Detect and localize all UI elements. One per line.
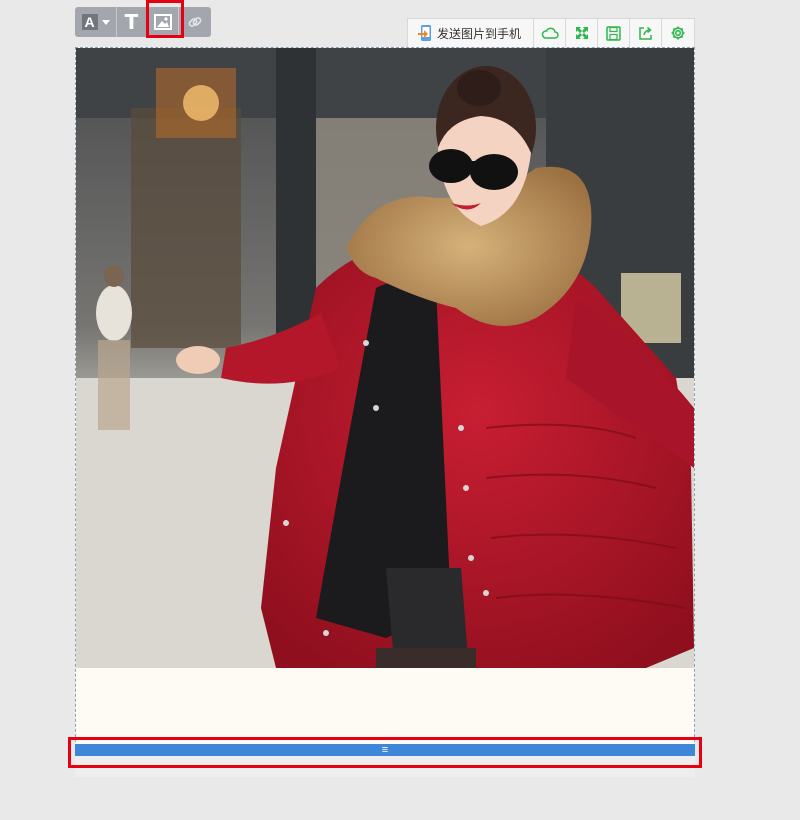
- link-icon: [188, 17, 202, 27]
- resize-handle-highlight: [68, 737, 702, 768]
- settings-button[interactable]: [662, 19, 694, 47]
- cloud-button[interactable]: [534, 19, 566, 47]
- font-icon: A: [81, 14, 98, 30]
- share-button[interactable]: [630, 19, 662, 47]
- send-to-phone-button[interactable]: 发送图片到手机: [408, 19, 534, 47]
- photo-woman-red-coat: [76, 48, 694, 668]
- product-photo[interactable]: [76, 48, 694, 668]
- phone-send-icon: [418, 25, 431, 41]
- edit-toolbar: A T: [75, 7, 211, 37]
- send-to-phone-label: 发送图片到手机: [437, 26, 522, 41]
- image-button-highlight: [146, 0, 184, 38]
- gear-icon: [671, 26, 685, 40]
- share-icon: [639, 26, 652, 40]
- fullscreen-button[interactable]: [566, 19, 598, 47]
- chevron-down-icon: [101, 19, 110, 25]
- save-icon: [606, 25, 621, 41]
- save-button[interactable]: [598, 19, 630, 47]
- text-icon: T: [124, 10, 139, 34]
- fullscreen-icon: [575, 27, 588, 39]
- cloud-icon: [541, 27, 559, 39]
- text-button[interactable]: T: [117, 7, 147, 37]
- right-toolbar: 发送图片到手机: [407, 18, 695, 48]
- editor-canvas[interactable]: [75, 47, 695, 777]
- font-button[interactable]: A: [75, 7, 117, 37]
